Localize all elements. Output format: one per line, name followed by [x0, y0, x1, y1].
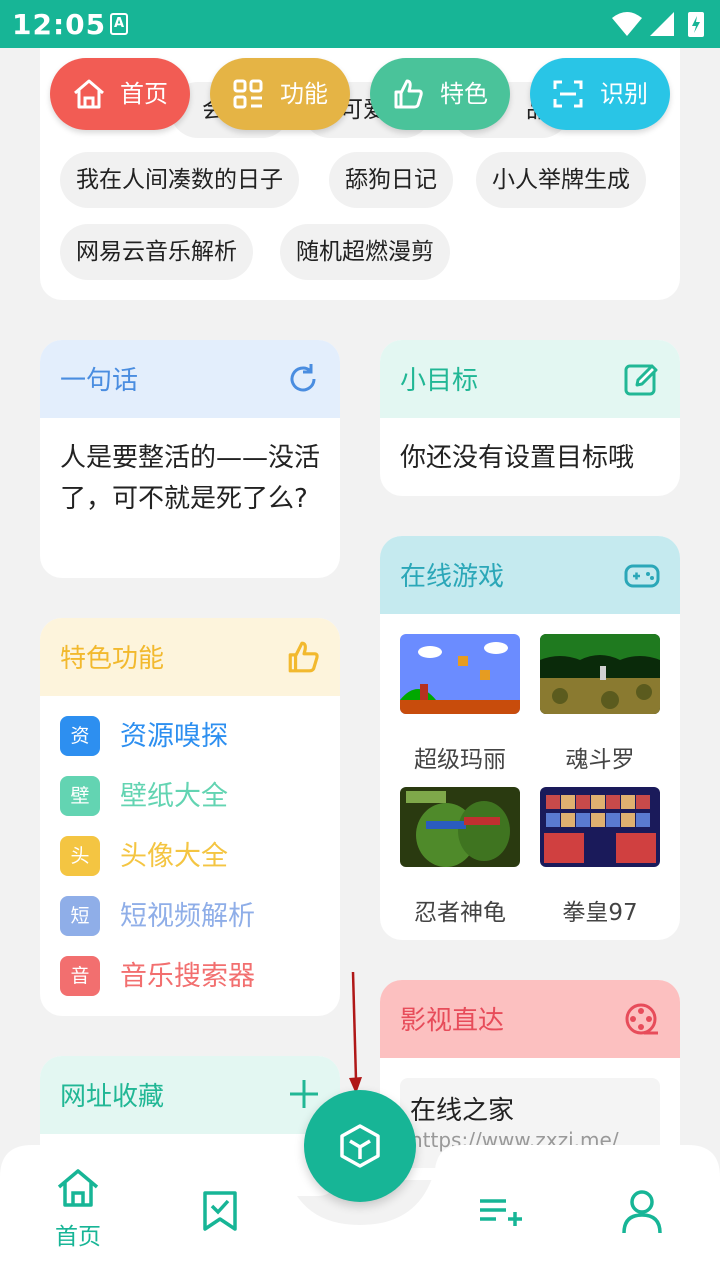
feature-badge: 头: [60, 836, 100, 876]
game-name: 忍者神龟: [414, 900, 506, 926]
nav-bookmarks[interactable]: [198, 1189, 242, 1237]
plus-icon[interactable]: [288, 1078, 320, 1110]
goal-card-header: 小目标: [380, 340, 680, 418]
feature-label: 音乐搜索器: [120, 961, 255, 992]
cube-icon: [340, 1124, 380, 1168]
status-time: 12:05: [12, 8, 107, 41]
game-thumbnail: [400, 787, 520, 867]
top-nav-label: 功能: [280, 80, 328, 108]
playlist-add-icon: [480, 1199, 522, 1226]
feature-badge: 壁: [60, 776, 100, 816]
feature-badge: 音: [60, 956, 100, 996]
feature-label: 短视频解析: [120, 901, 255, 932]
input-method-indicator: A: [110, 13, 128, 35]
edit-icon[interactable]: [624, 362, 660, 398]
features-card-header: 特色功能: [40, 618, 340, 696]
wifi-icon: [612, 12, 642, 36]
game-name: 超级玛丽: [414, 747, 506, 773]
status-icons: [612, 12, 704, 37]
video-card-title: 影视直达: [400, 1006, 505, 1036]
top-nav-special[interactable]: 特色: [370, 58, 510, 130]
gamepad-icon[interactable]: [624, 558, 660, 592]
user-icon: [622, 1190, 662, 1234]
annotation-arrow: [349, 971, 362, 1094]
feature-badge: 资: [60, 716, 100, 756]
feature-label: 头像大全: [120, 841, 228, 872]
home-icon: [57, 1169, 99, 1207]
sentence-card-header: 一句话: [40, 340, 340, 418]
feature-badge: 短: [60, 896, 100, 936]
tag-item[interactable]: 舔狗日记: [329, 152, 453, 208]
app-screen: { "status_bar": {"time": "12:05", "input…: [0, 0, 720, 1280]
nav-home[interactable]: 首页: [38, 1167, 118, 1251]
goal-card: 小目标 你还没有设置目标哦: [380, 340, 680, 496]
nav-playlist[interactable]: [478, 1197, 524, 1233]
film-reel-icon[interactable]: [624, 1002, 660, 1038]
top-nav-features[interactable]: 功能: [210, 58, 350, 130]
tag-item[interactable]: 小人举牌生成: [476, 152, 646, 208]
game-thumbnail: [400, 634, 520, 714]
cell-signal-icon: [650, 12, 674, 36]
video-site-name: 在线之家: [410, 1096, 515, 1126]
game-name: 魂斗罗: [565, 747, 635, 773]
bookmarks-card-title: 网址收藏: [60, 1082, 165, 1112]
top-nav-label: 特色: [440, 80, 488, 108]
tag-item[interactable]: 网易云音乐解析: [60, 224, 253, 280]
sentence-card: 一句话 人是要整活的——没活了，可不就是死了么?: [40, 340, 340, 578]
nav-profile[interactable]: [620, 1189, 664, 1239]
game-item-contra[interactable]: 魂斗罗: [540, 634, 660, 774]
game-item-tmnt[interactable]: 忍者神龟: [400, 787, 520, 927]
features-card-title: 特色功能: [60, 644, 165, 674]
feature-label: 资源嗅探: [120, 721, 228, 752]
video-card-header: 影视直达: [380, 980, 680, 1058]
top-nav-label: 首页: [120, 80, 168, 108]
refresh-icon[interactable]: [286, 362, 320, 396]
sentence-card-title: 一句话: [60, 366, 139, 396]
thumbs-up-icon: [394, 79, 423, 109]
nav-home-label: 首页: [55, 1224, 101, 1250]
game-item-mario[interactable]: 超级玛丽: [400, 634, 520, 774]
game-name: 拳皇97: [562, 900, 638, 926]
top-nav-scan[interactable]: 识别: [530, 58, 670, 130]
goal-text: 你还没有设置目标哦: [400, 443, 635, 473]
feature-label: 壁纸大全: [120, 781, 228, 812]
game-thumbnail: [540, 634, 660, 714]
home-icon: [74, 79, 104, 109]
game-thumbnail: [540, 787, 660, 867]
games-card-header: 在线游戏: [380, 536, 680, 614]
games-card: 在线游戏 超级玛丽 魂斗罗 忍者神龟 拳皇97: [380, 536, 680, 940]
center-fab-button[interactable]: [304, 1090, 416, 1202]
games-card-title: 在线游戏: [400, 562, 505, 592]
grid-icon: [233, 79, 263, 109]
goal-card-title: 小目标: [400, 366, 479, 396]
tag-item[interactable]: 随机超燃漫剪: [280, 224, 450, 280]
sentence-text: 人是要整活的——没活了，可不就是死了么?: [60, 443, 321, 514]
bookmark-check-icon: [203, 1191, 237, 1231]
status-bar: 12:05 A: [0, 0, 720, 48]
top-nav-label: 识别: [600, 80, 648, 108]
tag-item[interactable]: 我在人间凑数的日子: [60, 152, 299, 208]
bookmarks-card-header: 网址收藏: [40, 1056, 340, 1134]
top-nav-home[interactable]: 首页: [50, 58, 190, 130]
features-card: 特色功能 资 资源嗅探 壁 壁纸大全 头 头像大全 短 短视频解析 音 音乐搜索…: [40, 618, 340, 1016]
game-item-kof97[interactable]: 拳皇97: [540, 787, 660, 927]
thumbs-up-icon: [288, 641, 319, 673]
scan-icon: [553, 80, 583, 108]
